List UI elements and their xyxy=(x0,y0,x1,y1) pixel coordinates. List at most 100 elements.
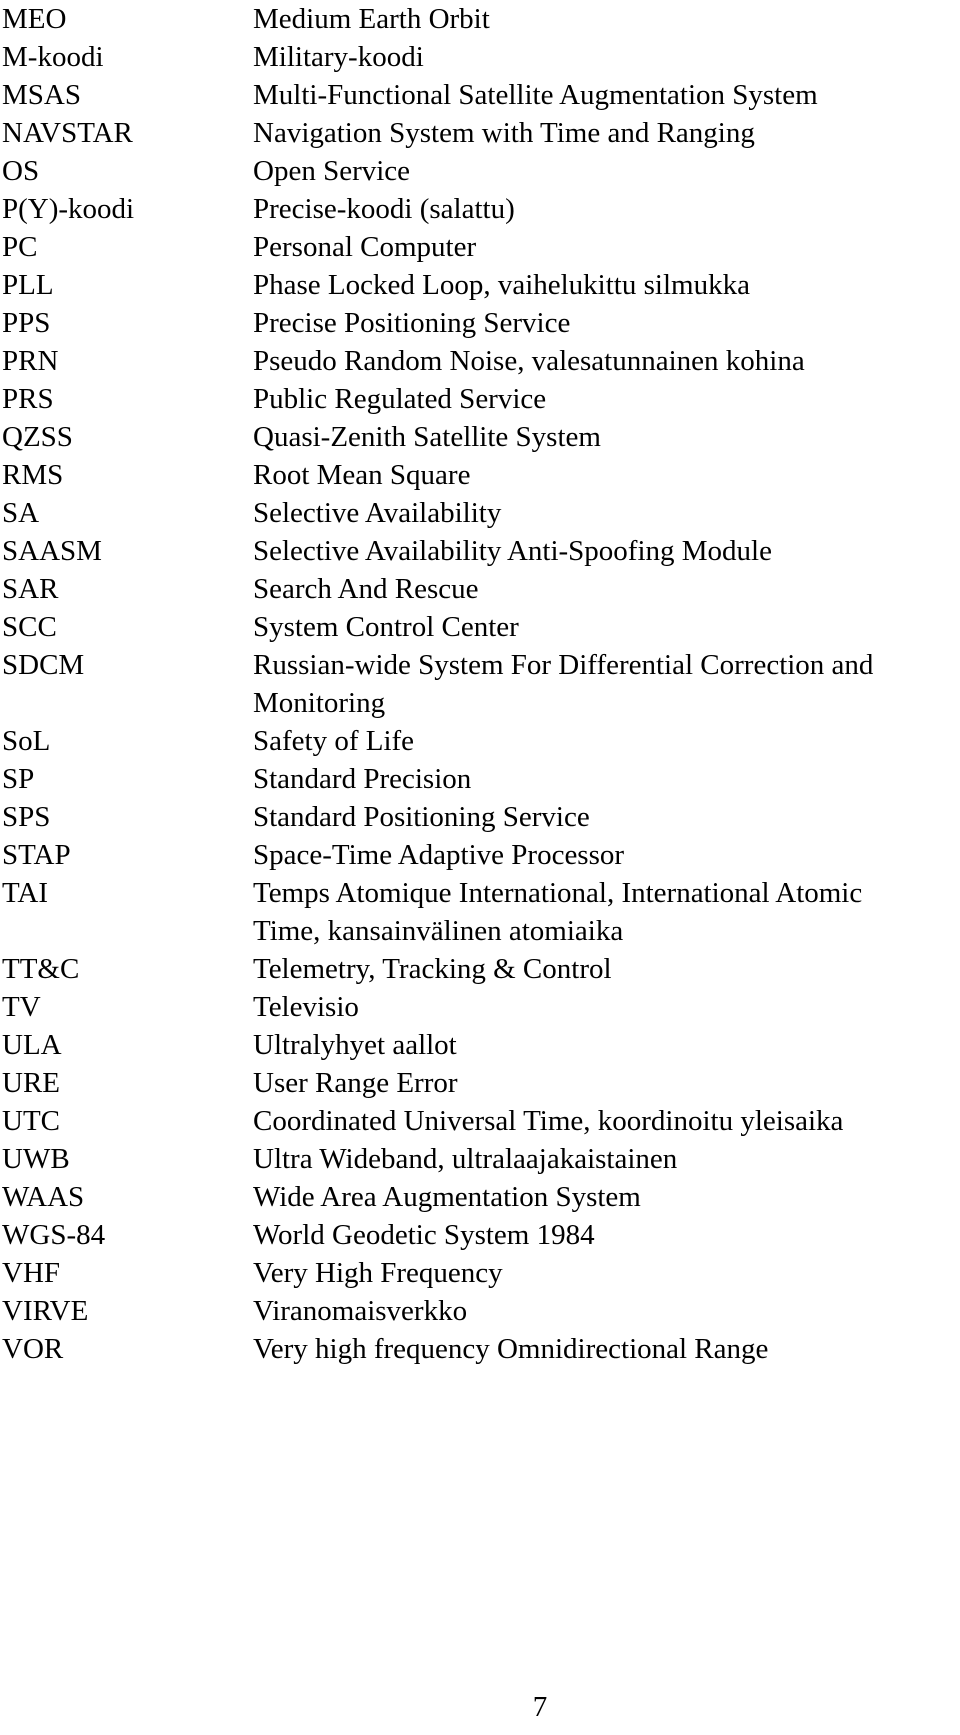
glossary-entry: SAR Search And Rescue xyxy=(0,570,960,608)
abbreviation-term: SP xyxy=(2,763,35,795)
definition-line: Coordinated Universal Time, koordinoitu … xyxy=(253,1105,844,1137)
abbreviation-term: ULA xyxy=(2,1029,62,1061)
abbreviation-definition: Safety of Life xyxy=(253,722,960,760)
glossary-entry: PRN Pseudo Random Noise, valesatunnainen … xyxy=(0,342,960,380)
abbreviation-term: WAAS xyxy=(2,1181,85,1213)
abbreviation-definition: Precise Positioning Service xyxy=(253,304,960,342)
glossary-entry: SCC System Control Center xyxy=(0,608,960,646)
definition-line: Root Mean Square xyxy=(253,459,471,491)
abbreviation-term: UWB xyxy=(2,1143,70,1175)
definition-line: Ultra Wideband, ultralaajakaistainen xyxy=(253,1143,678,1175)
glossary-entry: ULA Ultralyhyet aallot xyxy=(0,1026,960,1064)
definition-line: Standard Positioning Service xyxy=(253,801,590,833)
glossary-entry: WGS-84 World Geodetic System 1984 xyxy=(0,1216,960,1254)
abbreviation-definition: Selective Availability Anti-Spoofing Mod… xyxy=(253,532,960,570)
page-number-value: 7 xyxy=(532,1691,548,1723)
glossary-entry: WAAS Wide Area Augmentation System xyxy=(0,1178,960,1216)
glossary-entry: PC Personal Computer xyxy=(0,228,960,266)
abbreviation-definition: Coordinated Universal Time, koordinoitu … xyxy=(253,1102,960,1140)
abbreviation-definition: Medium Earth Orbit xyxy=(253,0,960,38)
abbreviation-term: SA xyxy=(2,497,40,529)
glossary-entry: URE User Range Error xyxy=(0,1064,960,1102)
definition-line: Precise Positioning Service xyxy=(253,307,571,339)
abbreviation-term: SAASM xyxy=(2,535,102,567)
definition-line: Personal Computer xyxy=(253,231,477,263)
definition-line: World Geodetic System 1984 xyxy=(253,1219,595,1251)
abbreviation-term: RMS xyxy=(2,459,64,491)
abbreviation-definition: Wide Area Augmentation System xyxy=(253,1178,960,1216)
abbreviation-term: SCC xyxy=(2,611,57,643)
definition-line: Multi-Functional Satellite Augmentation … xyxy=(253,79,818,111)
glossary-entry: PLL Phase Locked Loop, vaihelukittu silmu… xyxy=(0,266,960,304)
abbreviation-definition: Military-koodi xyxy=(253,38,960,76)
abbreviation-definition: Root Mean Square xyxy=(253,456,960,494)
abbreviation-definition: Ultralyhyet aallot xyxy=(253,1026,960,1064)
glossary-entry: SPS Standard Positioning Service xyxy=(0,798,960,836)
abbreviation-term: TT&C xyxy=(2,953,80,985)
glossary-entry: TV Televisio xyxy=(0,988,960,1026)
glossary-entry: MSAS Multi-Functional Satellite Augmentat… xyxy=(0,76,960,114)
abbreviation-definition: Public Regulated Service xyxy=(253,380,960,418)
abbreviation-term: NAVSTAR xyxy=(2,117,133,149)
glossary-entry: TAI Temps Atomique International, Interna… xyxy=(0,874,960,950)
definition-line: Open Service xyxy=(253,155,411,187)
abbreviation-definition: Precise-koodi (salattu) xyxy=(253,190,960,228)
abbreviation-definition: Space-Time Adaptive Processor xyxy=(253,836,960,874)
definition-line: Standard Precision xyxy=(253,763,472,795)
abbreviation-term: SPS xyxy=(2,801,51,833)
abbreviation-term: PPS xyxy=(2,307,51,339)
glossary-entry: UWB Ultra Wideband, ultralaajakaistainen xyxy=(0,1140,960,1178)
abbreviation-definition: Russian-wide System For Differential Cor… xyxy=(253,646,960,722)
definition-line: User Range Error xyxy=(253,1067,458,1099)
definition-line: Viranomaisverkko xyxy=(253,1295,468,1327)
definition-line: Selective Availability Anti-Spoofing Mod… xyxy=(253,535,772,567)
abbreviation-definition: Very High Frequency xyxy=(253,1254,960,1292)
page-number-footer: 7 xyxy=(0,1690,960,1724)
definition-line: Safety of Life xyxy=(253,725,415,757)
definition-line: Space-Time Adaptive Processor xyxy=(253,839,625,871)
abbreviation-term: URE xyxy=(2,1067,60,1099)
glossary-entry: MEO Medium Earth Orbit xyxy=(0,0,960,38)
definition-line: Very high frequency Omnidirectional Rang… xyxy=(253,1333,769,1365)
definition-line: Time, kansainvälinen atomiaika xyxy=(253,915,624,947)
abbreviation-term: TV xyxy=(2,991,41,1023)
glossary-entry: SoL Safety of Life xyxy=(0,722,960,760)
glossary-entry: SP Standard Precision xyxy=(0,760,960,798)
abbreviation-term: SAR xyxy=(2,573,59,605)
abbreviation-definition: Standard Positioning Service xyxy=(253,798,960,836)
definition-line: Telemetry, Tracking & Control xyxy=(253,953,612,985)
glossary-entry: M-koodi Military-koodi xyxy=(0,38,960,76)
glossary-entry: QZSS Quasi-Zenith Satellite System xyxy=(0,418,960,456)
definition-line: Russian-wide System For Differential Cor… xyxy=(253,649,874,681)
glossary-entry: RMS Root Mean Square xyxy=(0,456,960,494)
glossary-entry: PPS Precise Positioning Service xyxy=(0,304,960,342)
definition-line: Wide Area Augmentation System xyxy=(253,1181,641,1213)
abbreviation-term: VOR xyxy=(2,1333,64,1365)
definition-line: Phase Locked Loop, vaihelukittu silmukka xyxy=(253,269,750,301)
definition-line: Very High Frequency xyxy=(253,1257,503,1289)
abbreviation-term: PRN xyxy=(2,345,59,377)
glossary-entry: P(Y)-koodi Precise-koodi (salattu) xyxy=(0,190,960,228)
abbreviation-definition: Navigation System with Time and Ranging xyxy=(253,114,960,152)
abbreviation-term: VHF xyxy=(2,1257,61,1289)
abbreviation-definition: Ultra Wideband, ultralaajakaistainen xyxy=(253,1140,960,1178)
abbreviation-term: VIRVE xyxy=(2,1295,89,1327)
abbreviation-term: SoL xyxy=(2,725,51,757)
glossary-entry: SA Selective Availability xyxy=(0,494,960,532)
abbreviation-glossary-list: MEO Medium Earth Orbit M-koodi Military-koo… xyxy=(0,0,960,1368)
abbreviation-definition: Personal Computer xyxy=(253,228,960,266)
abbreviation-term: MEO xyxy=(2,3,67,35)
abbreviation-definition: Selective Availability xyxy=(253,494,960,532)
abbreviation-definition: Phase Locked Loop, vaihelukittu silmukka xyxy=(253,266,960,304)
abbreviation-term: PLL xyxy=(2,269,54,301)
abbreviation-definition: Viranomaisverkko xyxy=(253,1292,960,1330)
definition-line: Pseudo Random Noise, valesatunnainen koh… xyxy=(253,345,805,377)
abbreviation-term: OS xyxy=(2,155,40,187)
abbreviation-definition: Temps Atomique International, Internatio… xyxy=(253,874,960,950)
glossary-entry: OS Open Service xyxy=(0,152,960,190)
abbreviation-term: MSAS xyxy=(2,79,81,111)
glossary-entry: VHF Very High Frequency xyxy=(0,1254,960,1292)
glossary-entry: TT&C Telemetry, Tracking & Control xyxy=(0,950,960,988)
definition-line: Ultralyhyet aallot xyxy=(253,1029,457,1061)
glossary-entry: NAVSTAR Navigation System with Time and R… xyxy=(0,114,960,152)
